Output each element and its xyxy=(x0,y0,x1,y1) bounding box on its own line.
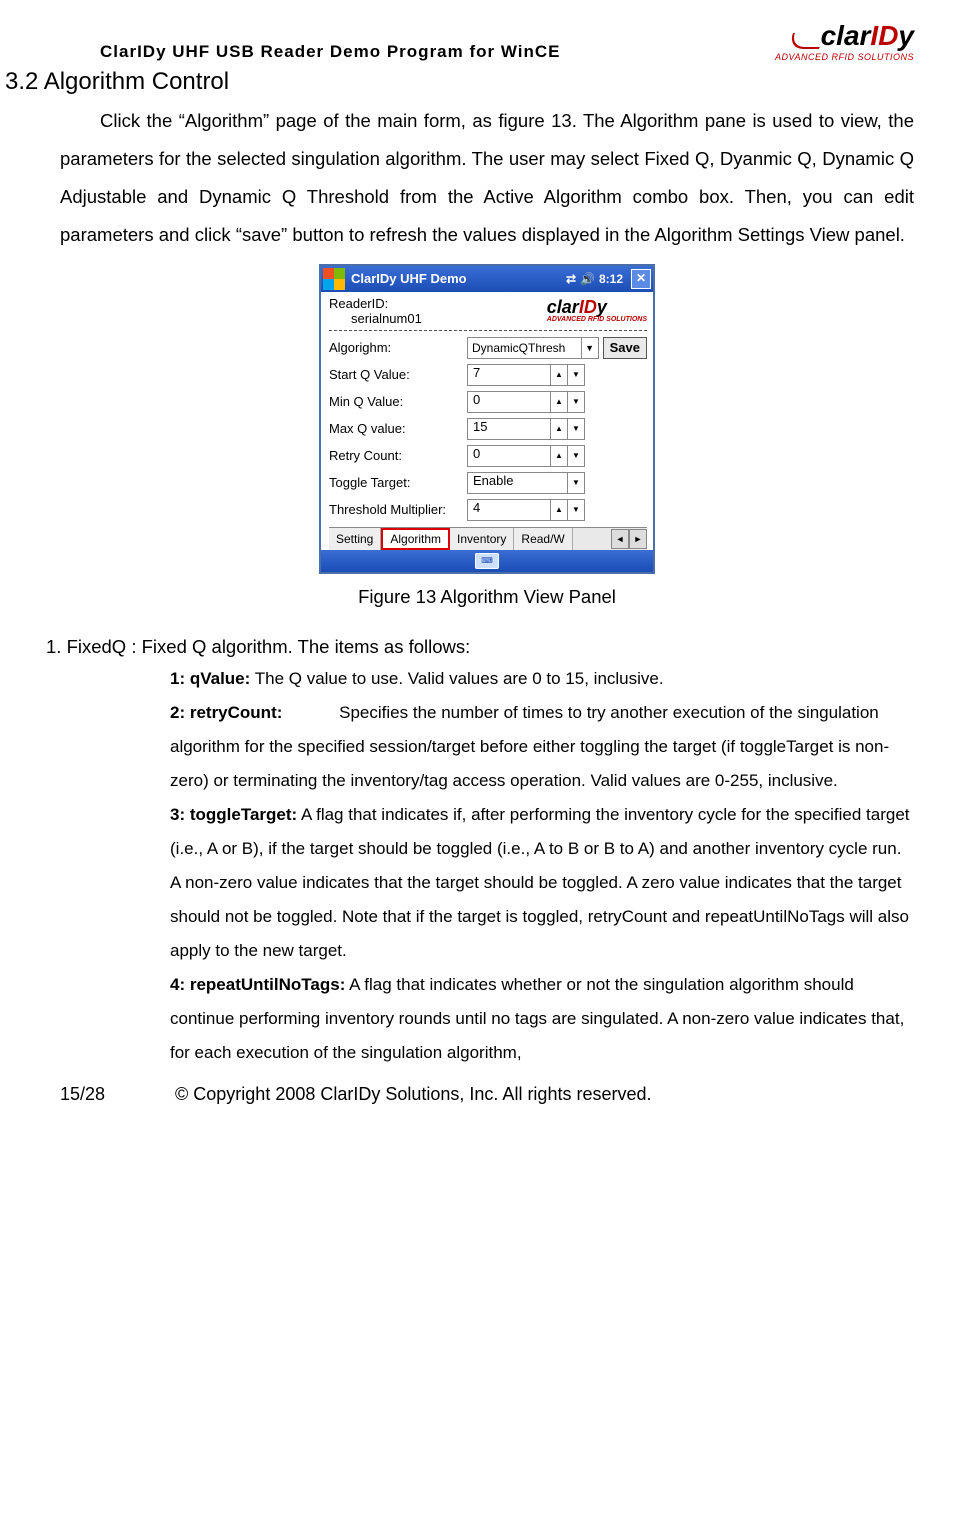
retry-value: 0 xyxy=(468,446,550,466)
mini-logo-sub: ADVANCED RFID SOLUTIONS xyxy=(547,316,647,323)
mini-logo-y: y xyxy=(597,297,607,317)
startq-label: Start Q Value: xyxy=(329,367,467,382)
sub-1-label: 1: qValue: xyxy=(170,669,250,688)
volume-icon[interactable]: 🔊 xyxy=(580,272,595,286)
tab-scroll-left-icon[interactable]: ◄ xyxy=(611,529,629,549)
threshmult-spinner[interactable]: 4 ▲ ▼ xyxy=(467,499,585,521)
chevron-down-icon[interactable]: ▼ xyxy=(567,365,584,385)
chevron-down-icon[interactable]: ▼ xyxy=(567,500,584,520)
window-title: ClarIDy UHF Demo xyxy=(349,271,566,286)
chevron-up-icon[interactable]: ▲ xyxy=(550,365,567,385)
toggle-label: Toggle Target: xyxy=(329,475,467,490)
algorithm-combo[interactable]: DynamicQThresh ▼ xyxy=(467,337,599,359)
sub-4-label: 4: repeatUntilNoTags: xyxy=(170,975,345,994)
copyright: © Copyright 2008 ClarIDy Solutions, Inc.… xyxy=(175,1084,651,1104)
toggle-combo[interactable]: Enable ▼ xyxy=(467,472,585,494)
chevron-down-icon[interactable]: ▼ xyxy=(567,473,584,493)
minq-value: 0 xyxy=(468,392,550,412)
sub-3: 3: toggleTarget: A flag that indicates i… xyxy=(170,798,914,968)
keyboard-icon[interactable]: ⌨ xyxy=(475,553,499,569)
logo-subtitle: ADVANCED RFID SOLUTIONS xyxy=(775,52,914,62)
threshmult-value: 4 xyxy=(468,500,550,520)
retry-spinner[interactable]: 0 ▲ ▼ xyxy=(467,445,585,467)
chevron-up-icon[interactable]: ▲ xyxy=(550,419,567,439)
maxq-value: 15 xyxy=(468,419,550,439)
toggle-value: Enable xyxy=(468,473,567,493)
section-heading: 3.2 Algorithm Control xyxy=(5,68,914,96)
maxq-label: Max Q value: xyxy=(329,421,467,436)
startq-spinner[interactable]: 7 ▲ ▼ xyxy=(467,364,585,386)
taskbar: ⌨ xyxy=(321,550,653,572)
figure-caption: Figure 13 Algorithm View Panel xyxy=(60,586,914,608)
swoosh-icon xyxy=(787,33,825,49)
tab-algorithm[interactable]: Algorithm xyxy=(381,528,450,550)
clock: 8:12 xyxy=(599,272,623,286)
minq-label: Min Q Value: xyxy=(329,394,467,409)
chevron-down-icon[interactable]: ▼ xyxy=(581,338,598,358)
tab-setting[interactable]: Setting xyxy=(329,528,381,550)
startq-value: 7 xyxy=(468,365,550,385)
maxq-spinner[interactable]: 15 ▲ ▼ xyxy=(467,418,585,440)
logo-clar: clar xyxy=(821,20,871,51)
titlebar: ClarIDy UHF Demo ⇄ 🔊 8:12 ✕ xyxy=(321,266,653,292)
logo: clarIDy ADVANCED RFID SOLUTIONS xyxy=(775,20,914,62)
tab-inventory[interactable]: Inventory xyxy=(450,528,514,550)
footer: 15/28 © Copyright 2008 ClarIDy Solutions… xyxy=(60,1084,914,1105)
chevron-up-icon[interactable]: ▲ xyxy=(550,446,567,466)
mini-logo: clarIDy ADVANCED RFID SOLUTIONS xyxy=(547,297,647,323)
sub-4: 4: repeatUntilNoTags: A flag that indica… xyxy=(170,968,914,1070)
threshmult-label: Threshold Multiplier: xyxy=(329,502,467,517)
page-number: 15/28 xyxy=(60,1084,170,1105)
tab-strip: Setting Algorithm Inventory Read/W ◄ ► xyxy=(329,527,647,550)
minq-spinner[interactable]: 0 ▲ ▼ xyxy=(467,391,585,413)
sub-1: 1: qValue: The Q value to use. Valid val… xyxy=(170,662,914,696)
chevron-up-icon[interactable]: ▲ xyxy=(550,392,567,412)
intro-paragraph: Click the “Algorithm” page of the main f… xyxy=(60,102,914,254)
sub-2: 2: retryCount: Specifies the number of t… xyxy=(170,696,914,798)
chevron-down-icon[interactable]: ▼ xyxy=(567,446,584,466)
start-icon[interactable] xyxy=(323,268,345,290)
sub-1-text: The Q value to use. Valid values are 0 t… xyxy=(250,669,663,688)
logo-id: ID xyxy=(870,20,898,51)
algorithm-label: Algorighm: xyxy=(329,340,467,355)
save-button[interactable]: Save xyxy=(603,337,647,359)
doc-title: ClarIDy UHF USB Reader Demo Program for … xyxy=(100,42,560,62)
mini-logo-clar: clar xyxy=(547,297,579,317)
chevron-down-icon[interactable]: ▼ xyxy=(567,419,584,439)
sub-2-label: 2: retryCount: xyxy=(170,703,282,722)
retry-label: Retry Count: xyxy=(329,448,467,463)
wince-window: ClarIDy UHF Demo ⇄ 🔊 8:12 ✕ ReaderID: cl… xyxy=(319,264,655,574)
connectivity-icon[interactable]: ⇄ xyxy=(566,272,576,286)
list-item-1: 1. FixedQ : Fixed Q algorithm. The items… xyxy=(46,636,914,658)
logo-y: y xyxy=(898,20,914,51)
sub-3-label: 3: toggleTarget: xyxy=(170,805,297,824)
tab-readwrite[interactable]: Read/W xyxy=(514,528,572,550)
sub-3-text: A flag that indicates if, after performi… xyxy=(170,805,910,960)
close-button[interactable]: ✕ xyxy=(631,269,651,289)
mini-logo-id: ID xyxy=(579,297,597,317)
chevron-up-icon[interactable]: ▲ xyxy=(550,500,567,520)
separator xyxy=(329,330,647,331)
tab-scroll-right-icon[interactable]: ► xyxy=(629,529,647,549)
chevron-down-icon[interactable]: ▼ xyxy=(567,392,584,412)
algorithm-combo-value: DynamicQThresh xyxy=(468,341,581,355)
